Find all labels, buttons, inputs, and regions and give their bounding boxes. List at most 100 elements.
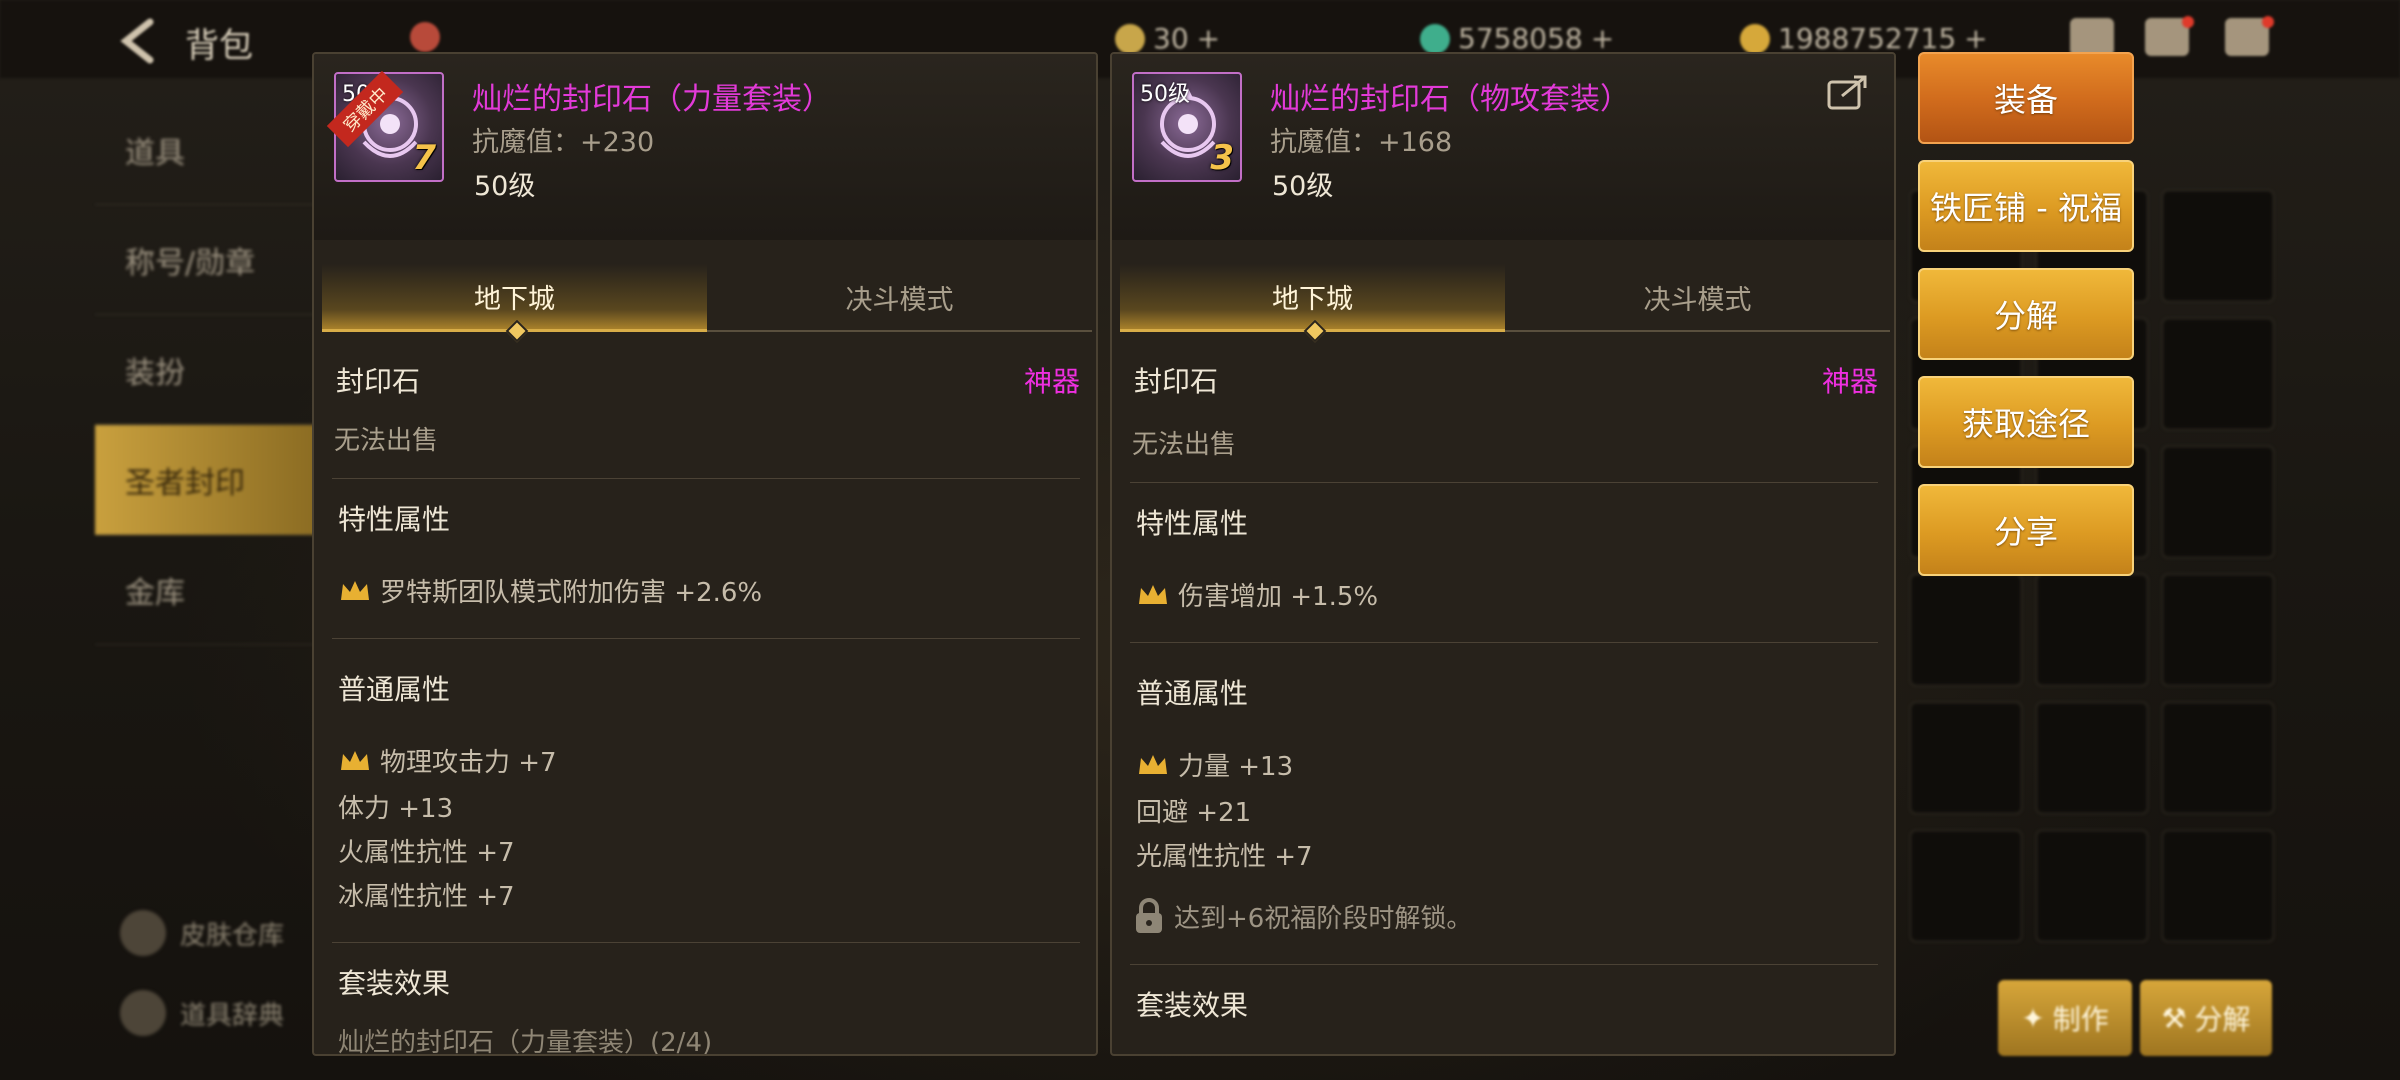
resource-fatigue: 30 + [1115,22,1220,55]
inventory-slot[interactable] [2036,830,2148,942]
page-title: 背包 [185,26,253,66]
moon-icon [1115,23,1145,54]
crown-icon [1139,754,1167,774]
back-arrow-icon[interactable] [112,14,166,68]
nav-item-items[interactable]: 道具 [95,95,320,205]
skin-storage-icon [120,910,166,956]
special-attr-title: 特性属性 [1136,507,1249,540]
item-name: 灿烂的封印石（物攻套装） [1270,82,1630,117]
lock-icon [1136,898,1162,933]
inventory-slot[interactable] [2162,318,2274,430]
set-effect-title: 套装效果 [338,967,451,1000]
tab-dungeon[interactable]: 地下城 [322,264,707,332]
tab-pvp[interactable]: 决斗模式 [1505,264,1890,332]
inventory-slot[interactable] [2036,702,2148,814]
inventory-slot[interactable] [1910,702,2022,814]
item-level: 50级 [474,171,536,202]
set-effect-line: 灿烂的封印石（力量套装）(2/4) [338,1028,713,1056]
item-dictionary-link[interactable]: 道具辞典 [120,990,284,1036]
equip-button[interactable]: 装备 [1918,52,2134,144]
skin-storage-link[interactable]: 皮肤仓库 [120,910,284,956]
set-effect-title: 套装效果 [1136,989,1249,1022]
gold-coin-icon [1740,23,1770,54]
dictionary-icon [120,990,166,1036]
item-detail-panel-equipped: 50级 穿戴中 7 灿烂的封印石（力量套装） 抗魔值：+230 50级 地下城 … [312,52,1098,1056]
share-button[interactable]: 分享 [1918,484,2134,576]
enhance-level: 7 [412,138,436,178]
crystal-icon [1420,23,1450,54]
normal-attr: 火属性抗性 +7 [338,838,515,868]
normal-attr: 物理攻击力 +7 [338,742,557,779]
divider [1130,964,1878,965]
share-icon[interactable] [1826,72,1870,112]
hat-icon [410,22,440,52]
inventory-slot[interactable] [2162,830,2274,942]
sell-status: 无法出售 [334,426,439,456]
magic-resist-stat: 抗魔值：+230 [472,127,655,158]
locked-attr-hint: 达到+6祝福阶段时解锁。 [1132,896,1472,936]
item-level-badge: 50级 [1140,82,1190,107]
mode-tabs: 地下城 决斗模式 [322,264,1092,332]
item-type: 封印石 [1134,365,1219,398]
divider [332,942,1080,943]
inventory-slot[interactable] [2162,702,2274,814]
item-icon: 50级 穿戴中 7 [326,70,444,182]
normal-attr-title: 普通属性 [1136,677,1249,710]
normal-attr-title: 普通属性 [338,673,451,706]
nav-item-seal[interactable]: 圣者封印 [95,425,320,535]
crown-icon [341,580,369,600]
disassemble-button[interactable]: 分解 [1918,268,2134,360]
magic-resist-stat: 抗魔值：+168 [1270,127,1453,158]
inventory-slot[interactable] [1910,830,2022,942]
nav-item-titles[interactable]: 称号/勋章 [95,205,320,315]
tab-pvp[interactable]: 决斗模式 [707,264,1092,332]
normal-attr: 回避 +21 [1136,798,1252,828]
divider [332,638,1080,639]
nav-item-vault[interactable]: 金库 [95,535,320,645]
nav-item-costume[interactable]: 装扮 [95,315,320,425]
inventory-slot[interactable] [2162,574,2274,686]
inventory-slot[interactable] [2162,190,2274,302]
item-rarity: 神器 [1821,365,1878,398]
resource-gold: 1988752715 + [1740,22,1988,55]
special-attr: 罗特斯团队模式附加伤害 +2.6% [338,572,762,609]
special-attr-title: 特性属性 [338,503,451,536]
item-type: 封印石 [336,365,421,398]
mode-tabs: 地下城 决斗模式 [1120,264,1890,332]
item-icon: 50级 3 [1132,72,1242,182]
crown-icon [1139,584,1167,604]
item-rarity: 神器 [1023,365,1080,398]
plus-icon: ✦ [2021,1001,2045,1035]
item-name: 灿烂的封印石（力量套装） [472,82,832,117]
blacksmith-bless-button[interactable]: 铁匠铺 - 祝福 [1918,160,2134,252]
resource-hat [410,22,440,52]
craft-button[interactable]: ✦ 制作 [1998,980,2132,1056]
sell-status: 无法出售 [1132,430,1237,460]
obtain-route-button[interactable]: 获取途径 [1918,376,2134,468]
normal-attr: 体力 +13 [338,794,454,824]
plus-icon[interactable]: + [1964,22,1987,55]
normal-attr: 光属性抗性 +7 [1136,842,1313,872]
notification-dot [2262,16,2274,28]
inventory-slot[interactable] [2162,446,2274,558]
notification-dot [2182,16,2194,28]
item-header: 50级 3 灿烂的封印石（物攻套装） 抗魔值：+168 50级 [1112,54,1894,240]
inventory-slot[interactable] [1910,574,2022,686]
inventory-slot[interactable] [2036,574,2148,686]
item-header: 50级 穿戴中 7 灿烂的封印石（力量套装） 抗魔值：+230 50级 [314,54,1096,240]
item-level: 50级 [1272,171,1334,202]
normal-attr: 力量 +13 [1136,746,1293,783]
divider [1130,482,1878,483]
item-detail-panel-selected: 50级 3 灿烂的封印石（物攻套装） 抗魔值：+168 50级 地下城 决斗模式… [1110,52,1896,1056]
plus-icon[interactable]: + [1591,22,1614,55]
disassemble-bottom-button[interactable]: ⚒ 分解 [2140,980,2272,1056]
crown-icon [341,750,369,770]
special-attr: 伤害增加 +1.5% [1136,576,1378,613]
normal-attr: 冰属性抗性 +7 [338,882,515,912]
enhance-level: 3 [1210,138,1234,178]
divider [1130,642,1878,643]
resource-crystal: 5758058 + [1420,22,1614,55]
tab-dungeon[interactable]: 地下城 [1120,264,1505,332]
plus-icon[interactable]: + [1197,22,1220,55]
chest-icon[interactable] [2070,18,2114,56]
